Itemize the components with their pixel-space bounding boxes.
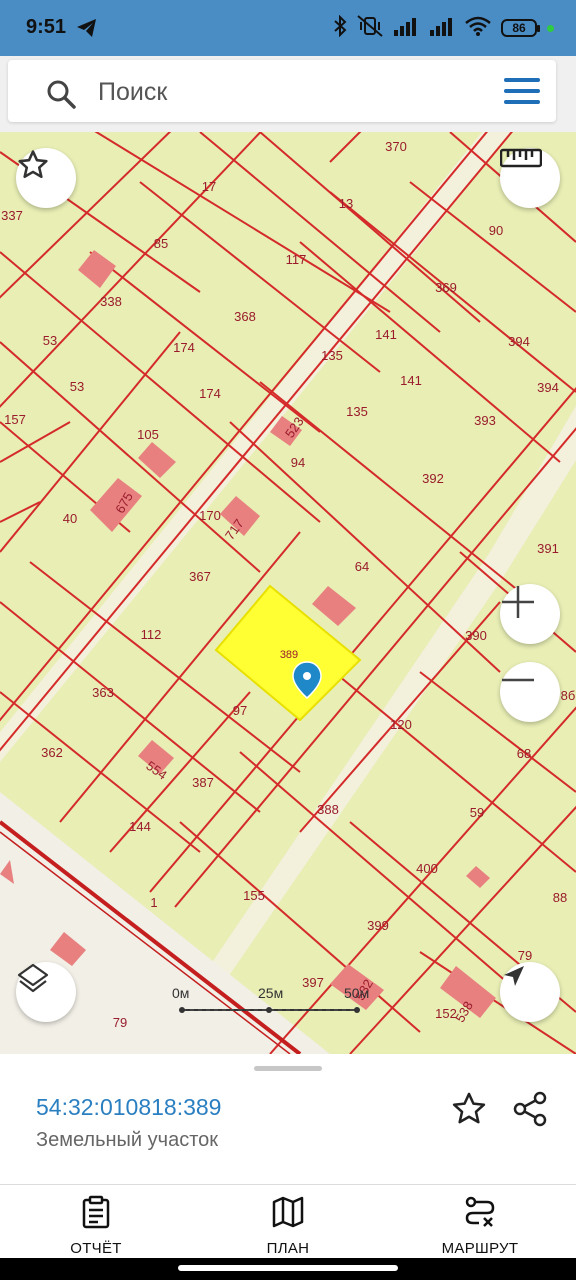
parcel-label: 8б — [561, 688, 576, 703]
nav-plan[interactable]: ПЛАН — [192, 1185, 384, 1258]
parcel-label: 400 — [416, 861, 438, 876]
parcel-label: 368 — [234, 309, 256, 324]
parcel-label: 88 — [553, 890, 567, 905]
parcel-label: 68 — [517, 746, 531, 761]
map-scale: 0м 25м 50м — [172, 985, 372, 1025]
parcel-label: 120 — [390, 717, 412, 732]
favorites-button[interactable] — [16, 148, 76, 208]
home-indicator[interactable] — [178, 1265, 398, 1271]
parcel-label: 394 — [537, 380, 559, 395]
parcel-label: 64 — [355, 559, 369, 574]
star-icon — [450, 1092, 488, 1132]
parcel-label: 393 — [474, 413, 496, 428]
signal-icon — [429, 16, 455, 41]
zoom-in-button[interactable] — [500, 584, 560, 644]
cadastral-number[interactable]: 54:32:010818:389 — [36, 1094, 221, 1121]
bottom-navigation: ОТЧЁТ ПЛАН МАРШРУТ — [0, 1184, 576, 1258]
parcel-label: 387 — [192, 775, 214, 790]
route-icon — [463, 1195, 497, 1234]
parcel-label: 370 — [385, 139, 407, 154]
search-input[interactable] — [98, 76, 478, 108]
parcel-label: 338 — [100, 294, 122, 309]
charging-dot-icon — [547, 24, 554, 32]
parcel-label: 399 — [367, 918, 389, 933]
ruler-button[interactable] — [500, 148, 560, 208]
telegram-icon — [76, 18, 98, 43]
my-location-button[interactable] — [500, 962, 560, 1022]
nav-report-label: ОТЧЁТ — [70, 1240, 122, 1257]
map-icon — [271, 1195, 305, 1234]
parcel-label: 79 — [518, 948, 532, 963]
parcel-label: 105 — [137, 427, 159, 442]
parcel-label: 141 — [375, 327, 397, 342]
search-container — [0, 56, 576, 132]
parcel-label: 174 — [173, 340, 195, 355]
object-type: Земельный участок — [36, 1129, 219, 1151]
parcel-label: 337 — [1, 208, 23, 223]
cadastral-map[interactable]: 370 337 17 13 90 85 117 338 369 53 174 3… — [0, 132, 576, 1054]
sheet-drag-handle[interactable] — [254, 1066, 322, 1071]
nav-route-label: МАРШРУТ — [441, 1240, 519, 1257]
parcel-label: 135 — [321, 348, 343, 363]
parcel-label: 388 — [317, 802, 339, 817]
battery-icon: 86 — [501, 19, 540, 37]
search-bar — [8, 60, 556, 122]
parcel-label: 53 — [70, 379, 84, 394]
share-icon — [512, 1091, 550, 1132]
parcel-label: 17 — [202, 179, 216, 194]
parcel-label: 392 — [422, 471, 444, 486]
parcel-label: 85 — [154, 236, 168, 251]
share-button[interactable] — [512, 1090, 550, 1128]
wifi-icon — [465, 16, 491, 41]
parcel-label: 390 — [465, 628, 487, 643]
status-time: 9:51 — [26, 16, 67, 38]
parcel-label: 363 — [92, 685, 114, 700]
parcel-label: 367 — [189, 569, 211, 584]
parcel-label: 1 — [150, 895, 157, 910]
object-info-sheet[interactable]: 54:32:010818:389 Земельный участок — [0, 1054, 576, 1184]
parcel-label: 97 — [233, 703, 247, 718]
parcel-label: 94 — [291, 455, 305, 470]
nav-plan-label: ПЛАН — [266, 1240, 310, 1257]
scale-bar — [179, 1007, 360, 1013]
parcel-label: 13 — [339, 196, 353, 211]
add-favorite-button[interactable] — [450, 1090, 488, 1128]
search-icon[interactable] — [46, 79, 76, 114]
parcel-label: 144 — [129, 819, 151, 834]
bluetooth-icon — [333, 14, 347, 42]
menu-icon[interactable] — [504, 78, 540, 104]
parcel-label: 59 — [470, 805, 484, 820]
parcel-label: 394 — [508, 334, 530, 349]
system-gesture-bar — [0, 1258, 576, 1280]
parcel-label: 79 — [113, 1015, 127, 1030]
layers-button[interactable] — [16, 962, 76, 1022]
parcel-label: 117 — [286, 252, 307, 267]
parcel-label: 141 — [400, 373, 422, 388]
parcel-label: 112 — [141, 627, 162, 642]
parcel-label: 157 — [4, 412, 26, 427]
nav-route[interactable]: МАРШРУТ — [384, 1185, 576, 1258]
map-canvas[interactable]: 370 337 17 13 90 85 117 338 369 53 174 3… — [0, 132, 576, 1054]
parcel-label: 155 — [243, 888, 265, 903]
parcel-label: 90 — [489, 223, 503, 238]
parcel-label: 135 — [346, 404, 368, 419]
vibrate-off-icon — [357, 14, 383, 42]
parcel-label: 369 — [435, 280, 457, 295]
clipboard-icon — [80, 1195, 112, 1234]
nav-report[interactable]: ОТЧЁТ — [0, 1185, 192, 1258]
parcel-label: 40 — [63, 511, 77, 526]
parcel-label: 362 — [41, 745, 63, 760]
parcel-label: 170 — [199, 508, 221, 523]
parcel-label: 53 — [43, 333, 57, 348]
status-bar: 9:51 86 — [0, 0, 576, 56]
status-icons: 86 — [333, 14, 554, 42]
zoom-out-button[interactable] — [500, 662, 560, 722]
parcel-label: 391 — [537, 541, 559, 556]
parcel-label: 389 — [280, 649, 298, 661]
parcel-label: 174 — [199, 386, 221, 401]
signal-icon — [393, 16, 419, 41]
